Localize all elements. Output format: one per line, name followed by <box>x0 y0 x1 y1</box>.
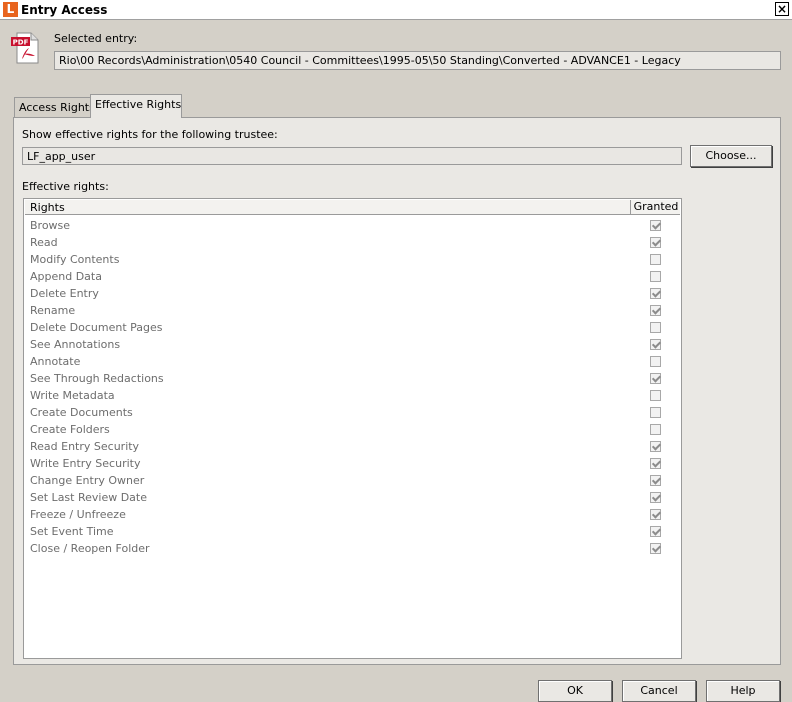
granted-checkbox[interactable] <box>650 509 661 520</box>
table-row[interactable]: Freeze / Unfreeze <box>25 506 680 523</box>
right-label: Write Metadata <box>30 389 115 402</box>
table-row[interactable]: Write Metadata <box>25 387 680 404</box>
trustee-field: LF_app_user <box>22 147 682 165</box>
granted-checkbox[interactable] <box>650 458 661 469</box>
table-row[interactable]: Browse <box>25 217 680 234</box>
table-row[interactable]: Write Entry Security <box>25 455 680 472</box>
column-header-rights[interactable]: Rights <box>30 201 65 214</box>
table-row[interactable]: Read Entry Security <box>25 438 680 455</box>
right-label: Read <box>30 236 58 249</box>
right-label: Annotate <box>30 355 81 368</box>
right-label: See Annotations <box>30 338 121 351</box>
granted-checkbox[interactable] <box>650 441 661 452</box>
table-row[interactable]: Read <box>25 234 680 251</box>
right-label: Rename <box>30 304 76 317</box>
table-row[interactable]: Close / Reopen Folder <box>25 540 680 557</box>
app-logo-icon: L <box>3 2 18 17</box>
right-label: Delete Entry <box>30 287 99 300</box>
table-row[interactable]: Create Documents <box>25 404 680 421</box>
table-row[interactable]: Delete Entry <box>25 285 680 302</box>
table-row[interactable]: Delete Document Pages <box>25 319 680 336</box>
granted-checkbox[interactable] <box>650 424 661 435</box>
table-row[interactable]: See Annotations <box>25 336 680 353</box>
granted-checkbox[interactable] <box>650 271 661 282</box>
table-row[interactable]: Change Entry Owner <box>25 472 680 489</box>
right-label: Browse <box>30 219 71 232</box>
choose-button[interactable]: Choose... <box>690 145 772 167</box>
rights-list[interactable]: Rights Granted Browse Read Modify Contents… <box>23 198 682 659</box>
right-label: Delete Document Pages <box>30 321 163 334</box>
entry-path-field: Rio\00 Records\Administration\0540 Counc… <box>54 51 781 70</box>
granted-checkbox[interactable] <box>650 254 661 265</box>
tab-access-rights[interactable]: Access Rights <box>14 97 95 117</box>
table-row[interactable]: Modify Contents <box>25 251 680 268</box>
table-row[interactable]: Annotate <box>25 353 680 370</box>
right-label: Append Data <box>30 270 102 283</box>
granted-checkbox[interactable] <box>650 373 661 384</box>
effective-rights-label: Effective rights: <box>22 180 109 193</box>
right-label: Set Event Time <box>30 525 114 538</box>
granted-checkbox[interactable] <box>650 288 661 299</box>
table-row[interactable]: See Through Redactions <box>25 370 680 387</box>
granted-checkbox[interactable] <box>650 543 661 554</box>
pdf-file-icon: PDF <box>11 32 39 64</box>
table-row[interactable]: Set Event Time <box>25 523 680 540</box>
granted-checkbox[interactable] <box>650 237 661 248</box>
ok-button[interactable]: OK <box>538 680 612 702</box>
table-row[interactable]: Rename <box>25 302 680 319</box>
right-label: Create Documents <box>30 406 133 419</box>
granted-checkbox[interactable] <box>650 220 661 231</box>
right-label: Freeze / Unfreeze <box>30 508 126 521</box>
right-label: Write Entry Security <box>30 457 141 470</box>
granted-checkbox[interactable] <box>650 339 661 350</box>
selected-entry-label: Selected entry: <box>54 32 138 45</box>
granted-checkbox[interactable] <box>650 407 661 418</box>
title-bar: L Entry Access × <box>0 0 792 20</box>
granted-checkbox[interactable] <box>650 356 661 367</box>
table-row[interactable]: Set Last Review Date <box>25 489 680 506</box>
right-label: Read Entry Security <box>30 440 140 453</box>
granted-checkbox[interactable] <box>650 305 661 316</box>
right-label: Create Folders <box>30 423 110 436</box>
table-row[interactable]: Append Data <box>25 268 680 285</box>
trustee-label: Show effective rights for the following … <box>22 128 278 141</box>
pdf-badge-text: PDF <box>13 39 29 47</box>
granted-checkbox[interactable] <box>650 322 661 333</box>
column-header-granted[interactable]: Granted <box>630 200 681 214</box>
granted-checkbox[interactable] <box>650 390 661 401</box>
right-label: Set Last Review Date <box>30 491 148 504</box>
granted-checkbox[interactable] <box>650 492 661 503</box>
table-row[interactable]: Create Folders <box>25 421 680 438</box>
right-label: Close / Reopen Folder <box>30 542 150 555</box>
cancel-button[interactable]: Cancel <box>622 680 696 702</box>
list-header: Rights Granted <box>25 200 680 215</box>
tab-effective-rights[interactable]: Effective Rights <box>90 94 182 118</box>
right-label: Change Entry Owner <box>30 474 145 487</box>
granted-checkbox[interactable] <box>650 475 661 486</box>
right-label: See Through Redactions <box>30 372 164 385</box>
right-label: Modify Contents <box>30 253 120 266</box>
close-button[interactable]: × <box>775 2 789 16</box>
window-title: Entry Access <box>21 3 108 17</box>
granted-checkbox[interactable] <box>650 526 661 537</box>
help-button[interactable]: Help <box>706 680 780 702</box>
